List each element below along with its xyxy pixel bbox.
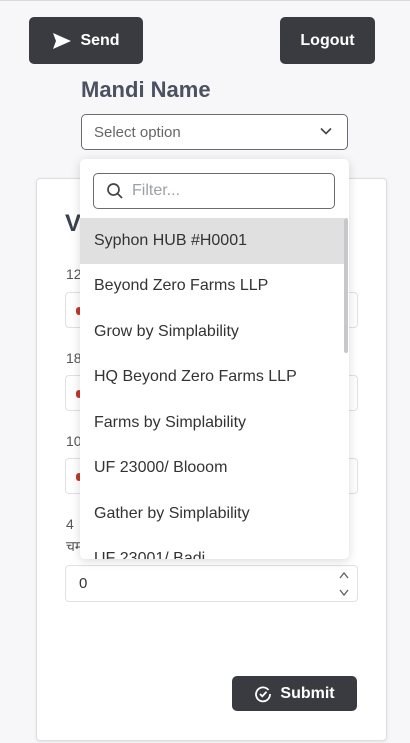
refresh-check-icon <box>255 685 272 702</box>
dropdown-option[interactable]: UF 23000/ Blooom <box>80 446 344 492</box>
mandi-name-label: Mandi Name <box>81 77 211 102</box>
quantity-value: 0 <box>79 575 88 592</box>
send-arrow-icon <box>53 32 72 49</box>
send-button[interactable]: Send <box>29 17 143 64</box>
field-label-4: 4 <box>66 516 74 532</box>
dropdown-option[interactable]: Farms by Simplability <box>80 400 344 446</box>
mandi-select-placeholder: Select option <box>94 123 181 141</box>
quantity-number-input[interactable]: 0 <box>65 565 358 602</box>
chevron-down-icon <box>320 127 332 135</box>
dropdown-option[interactable]: Gather by Simplability <box>80 491 344 537</box>
submit-button[interactable]: Submit <box>232 676 357 711</box>
mandi-dropdown-panel: Syphon HUB #H0001 Beyond Zero Farms LLP … <box>80 159 349 559</box>
filter-input[interactable] <box>132 176 322 206</box>
logout-button[interactable]: Logout <box>280 17 375 64</box>
search-icon <box>107 183 123 199</box>
dropdown-option[interactable]: Syphon HUB #H0001 <box>80 218 344 264</box>
dropdown-option[interactable]: Grow by Simplability <box>80 309 344 355</box>
form-heading: V <box>65 210 82 237</box>
dropdown-options: Syphon HUB #H0001 Beyond Zero Farms LLP … <box>80 218 344 559</box>
submit-button-label: Submit <box>280 684 335 702</box>
filter-field[interactable] <box>93 173 335 209</box>
send-button-label: Send <box>80 31 120 49</box>
number-spinner-icon[interactable] <box>339 570 349 598</box>
top-divider <box>0 0 410 1</box>
dropdown-scrollbar[interactable] <box>344 218 348 353</box>
logout-button-label: Logout <box>300 31 355 49</box>
dropdown-option[interactable]: Beyond Zero Farms LLP <box>80 264 344 310</box>
dropdown-option[interactable]: UF 23001/ Badi <box>80 537 344 559</box>
dropdown-option[interactable]: HQ Beyond Zero Farms LLP <box>80 355 344 401</box>
mandi-select[interactable]: Select option <box>81 114 348 150</box>
